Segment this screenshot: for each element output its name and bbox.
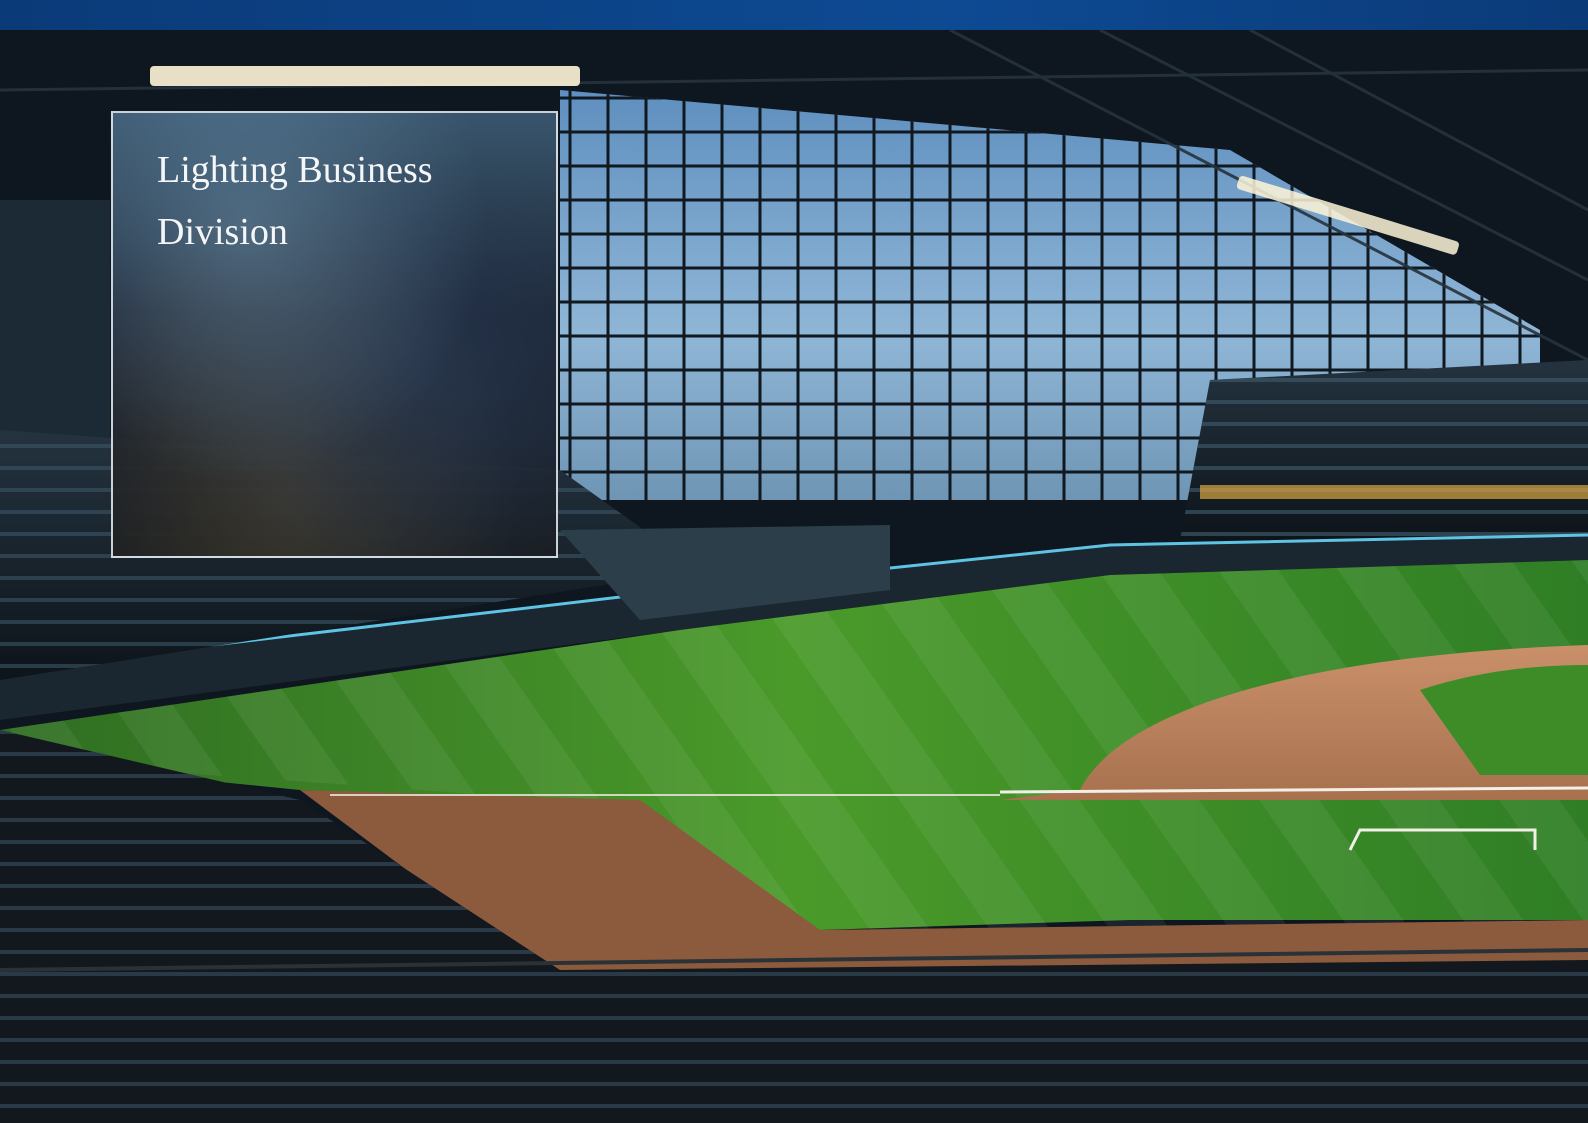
division-title-panel: Lighting Business Division [111,111,558,558]
top-accent-bar [0,0,1588,30]
division-title: Lighting Business Division [157,149,433,253]
